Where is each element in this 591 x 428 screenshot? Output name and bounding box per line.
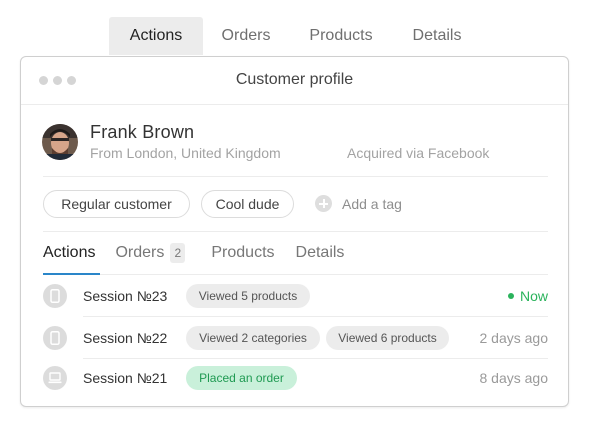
active-tab-indicator: [43, 273, 100, 275]
window-title: Customer profile: [235, 71, 354, 88]
order-placed-chip: Placed an order: [186, 366, 297, 390]
session-label: Session №23: [83, 288, 168, 304]
session-time: Now: [507, 288, 548, 304]
window-titlebar: Customer profile: [21, 57, 568, 105]
tab-details[interactable]: Details: [296, 244, 345, 262]
add-tag-button[interactable]: Add a tag: [315, 195, 402, 212]
session-activity-chip: Viewed 5 products: [186, 284, 310, 308]
divider: [100, 274, 548, 275]
phone-icon: [43, 326, 67, 350]
session-activity-chip: Viewed 6 products: [326, 326, 449, 350]
phone-icon: [43, 284, 67, 308]
plus-circle-icon: [315, 195, 332, 212]
avatar: [42, 124, 78, 160]
tag-cool-dude[interactable]: Cool dude: [201, 190, 294, 218]
session-label: Session №21: [83, 370, 168, 386]
top-tab-products[interactable]: Products: [289, 17, 393, 55]
inner-tab-bar: Actions Orders 2 Products Details: [43, 243, 344, 263]
customer-name: Frank Brown: [90, 122, 195, 142]
online-dot-icon: [507, 293, 514, 300]
tab-actions[interactable]: Actions: [43, 244, 95, 262]
session-row[interactable]: Session №22 Viewed 2 categories Viewed 6…: [43, 318, 548, 358]
top-tab-bar: Actions Orders Products Details: [109, 17, 481, 55]
top-tab-orders[interactable]: Orders: [203, 17, 289, 55]
avatar-image: [42, 124, 78, 160]
add-tag-label: Add a tag: [342, 195, 402, 212]
session-row[interactable]: Session №23 Viewed 5 products Now: [43, 276, 548, 316]
session-time-label: Now: [519, 288, 548, 304]
tab-products[interactable]: Products: [211, 244, 274, 262]
tag-regular-customer[interactable]: Regular customer: [43, 190, 190, 218]
session-label: Session №22: [83, 330, 168, 346]
laptop-icon: [43, 366, 67, 390]
acquisition-source: Acquired via Facebook: [347, 145, 490, 161]
customer-location: From London, United Kingdom: [90, 145, 281, 161]
top-tab-details[interactable]: Details: [393, 17, 481, 55]
session-row[interactable]: Session №21 Placed an order 8 days ago: [43, 358, 548, 398]
tab-orders[interactable]: Orders 2: [115, 243, 186, 263]
divider: [83, 316, 548, 317]
customer-profile-window: Customer profile Frank Brown From London…: [20, 56, 569, 407]
session-activity-chip: Viewed 2 categories: [186, 326, 320, 350]
orders-count-badge: 2: [170, 243, 186, 263]
session-time: 8 days ago: [479, 370, 549, 386]
session-time: 2 days ago: [479, 330, 549, 346]
top-tab-actions[interactable]: Actions: [109, 17, 203, 55]
divider: [43, 231, 548, 232]
tab-orders-label: Orders: [115, 244, 165, 261]
divider: [43, 176, 548, 177]
